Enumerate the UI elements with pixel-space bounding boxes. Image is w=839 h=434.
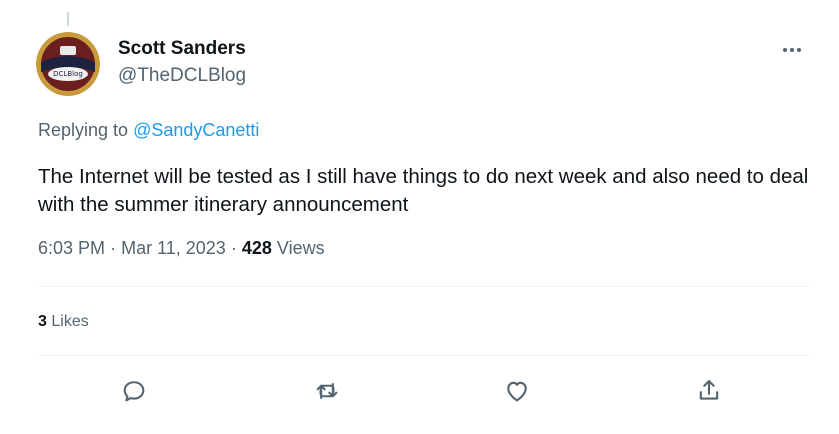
author-handle[interactable]: @TheDCLBlog [118, 65, 246, 87]
retweet-button[interactable] [313, 377, 341, 405]
tweet-text: The Internet will be tested as I still h… [38, 165, 809, 216]
more-options-icon[interactable] [783, 44, 801, 56]
reply-button[interactable] [120, 377, 148, 405]
avatar-logo-text: DCLBlog [53, 70, 83, 78]
separator-dot: · [110, 238, 117, 258]
heart-icon [507, 381, 527, 402]
like-button[interactable] [503, 377, 531, 405]
avatar[interactable]: DCLBlog [36, 32, 100, 96]
reply-icon [123, 381, 145, 402]
retweet-icon [316, 382, 338, 400]
tweet-time[interactable]: 6:03 PM [38, 238, 105, 258]
share-button[interactable] [695, 377, 723, 405]
more-dot [797, 48, 801, 52]
divider [38, 286, 809, 287]
more-dot [783, 48, 787, 52]
more-dot [790, 48, 794, 52]
reply-mention-link[interactable]: @SandyCanetti [133, 120, 259, 140]
replying-to-label: Replying to [38, 120, 129, 140]
likes-stat[interactable]: 3 Likes [38, 313, 89, 331]
likes-label: Likes [51, 313, 89, 330]
thread-connector-line [67, 12, 69, 26]
divider [38, 355, 809, 356]
separator-dot: · [230, 238, 237, 258]
share-icon [699, 380, 719, 400]
views-count: 428 [241, 238, 272, 258]
author-name[interactable]: Scott Sanders [118, 38, 246, 60]
likes-count: 3 [38, 313, 47, 330]
tweet-metadata: 6:03 PM · Mar 11, 2023 · 428 Views [38, 238, 325, 259]
replying-to: Replying to @SandyCanetti [38, 120, 259, 141]
avatar-image: DCLBlog [36, 32, 100, 96]
views-label: Views [276, 238, 325, 258]
tweet-date[interactable]: Mar 11, 2023 [121, 238, 226, 258]
